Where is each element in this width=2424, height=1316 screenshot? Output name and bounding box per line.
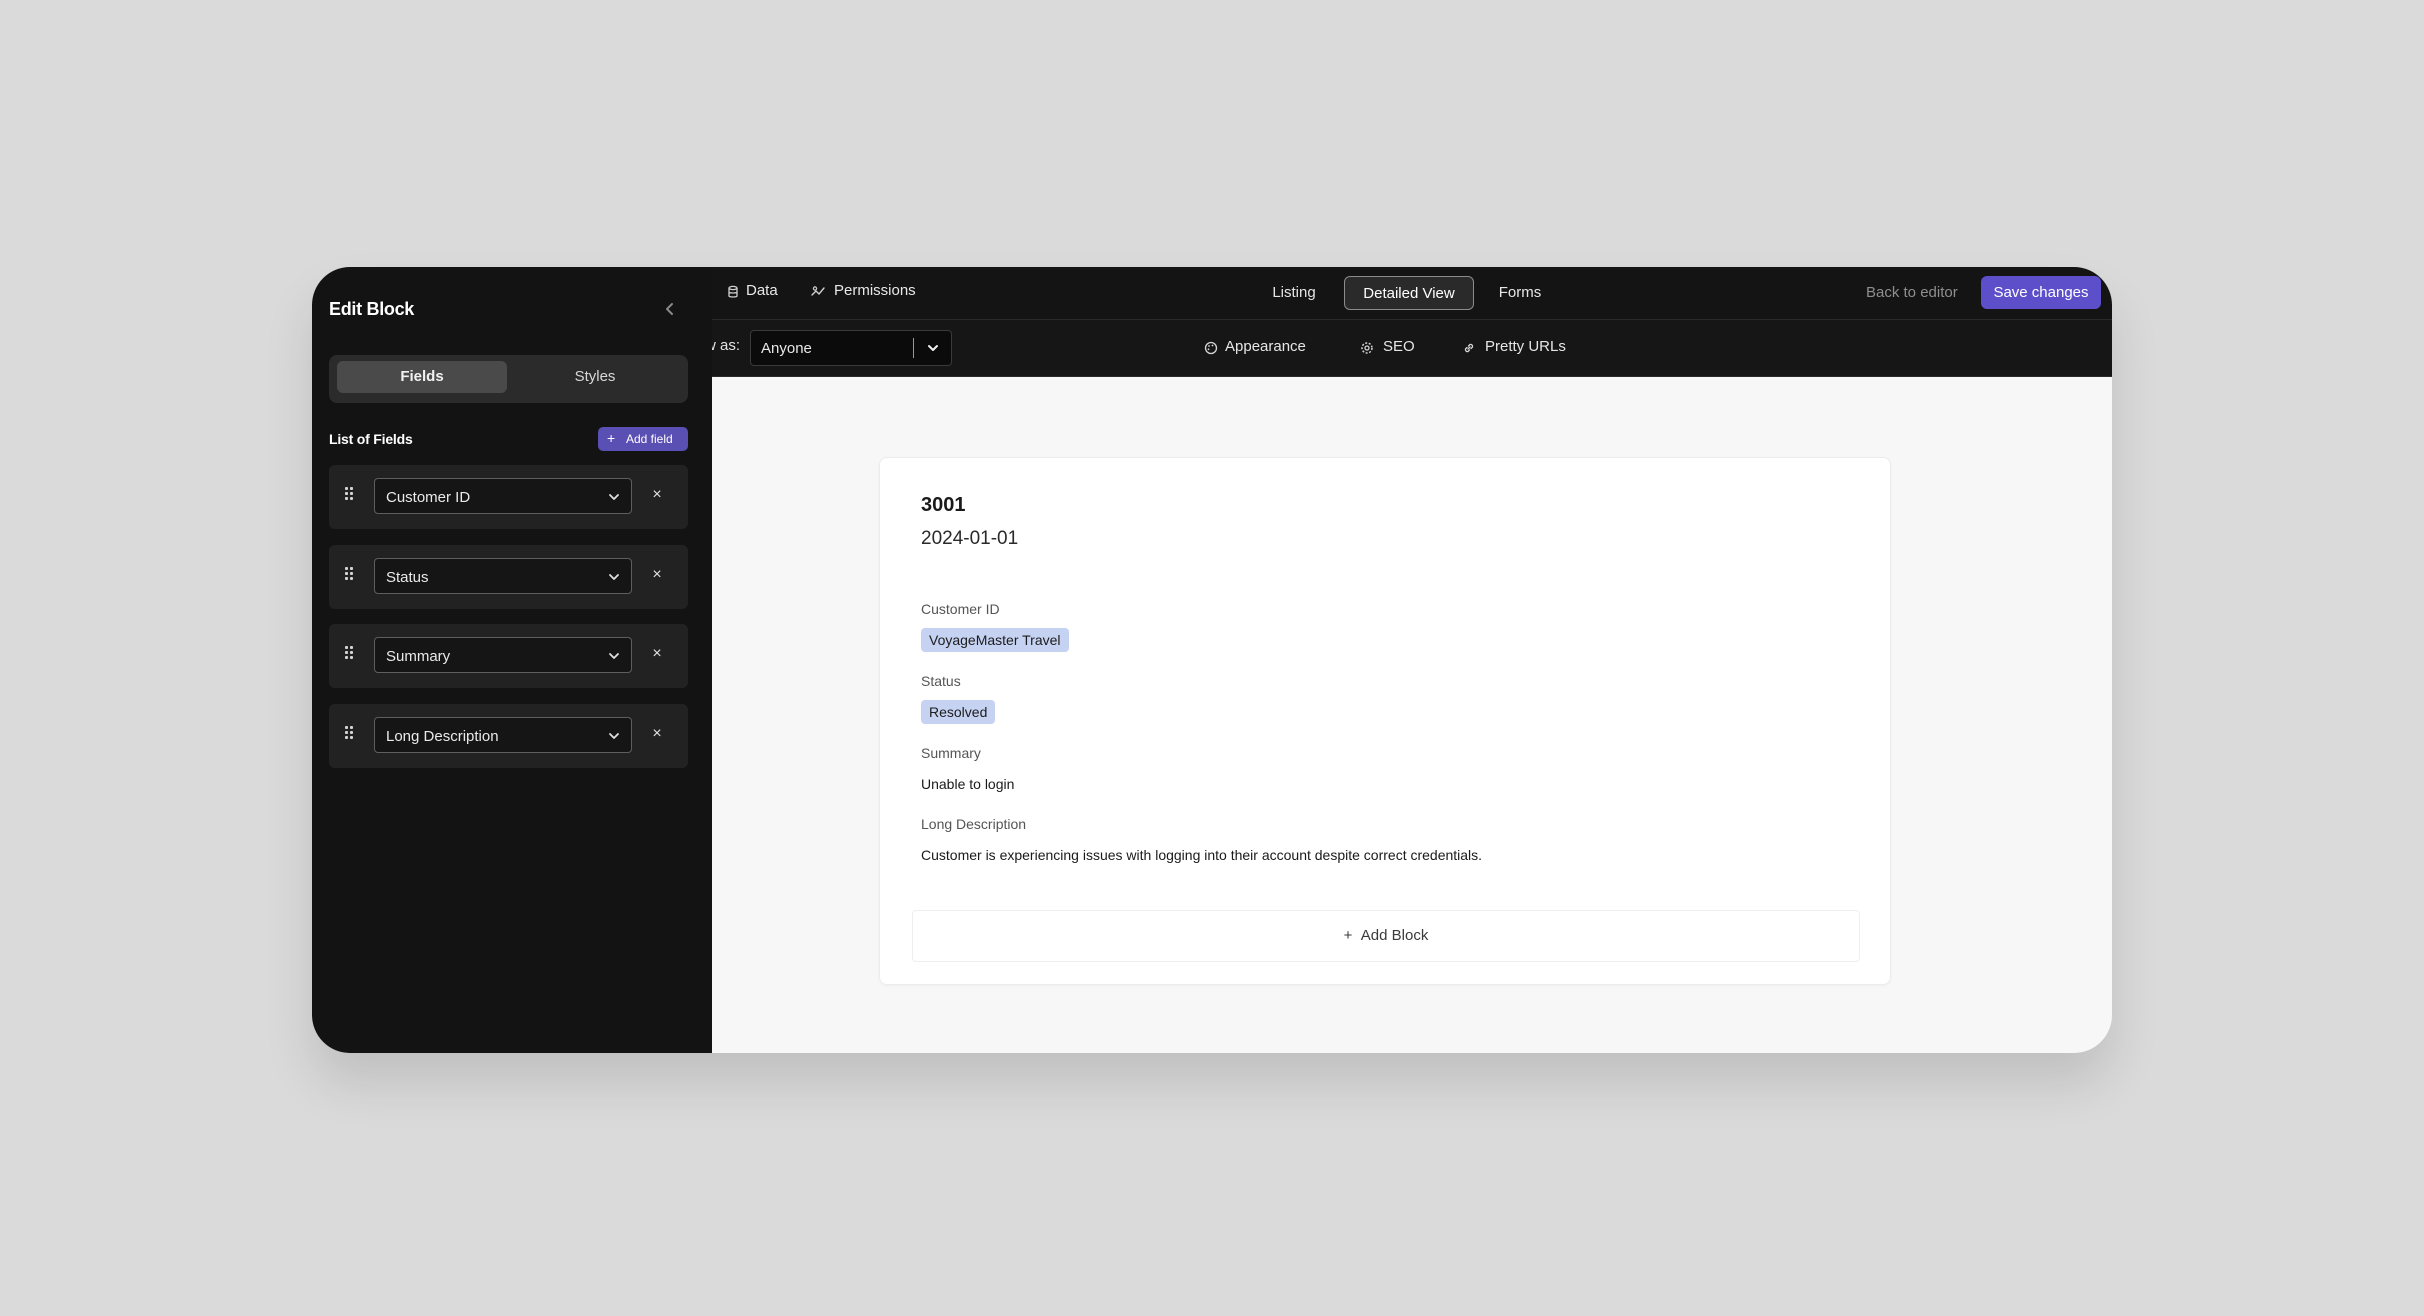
status-badge: Resolved — [921, 700, 996, 724]
close-icon[interactable]: × — [647, 644, 667, 664]
plus-icon: + — [1343, 927, 1361, 944]
add-field-label: Add field — [626, 432, 673, 446]
field-label: Summary — [921, 745, 981, 761]
sidebar-title: Edit Block — [329, 299, 415, 319]
palette-icon — [1204, 341, 1218, 355]
drag-handle-icon[interactable] — [345, 726, 355, 744]
tab-fields[interactable]: Fields — [337, 361, 507, 393]
field-select[interactable]: Summary — [374, 637, 632, 673]
permissions-link[interactable]: Permissions — [834, 282, 916, 299]
field-label: Customer ID — [921, 601, 1000, 617]
field-select[interactable]: Customer ID — [374, 478, 632, 514]
long-description-value: Customer is experiencing issues with log… — [921, 847, 1483, 863]
chevron-down-icon — [609, 653, 619, 659]
select-divider — [913, 338, 914, 358]
save-changes-button[interactable]: Save changes — [1981, 276, 2101, 309]
chevron-left-icon[interactable] — [658, 297, 682, 321]
plus-icon: + — [607, 430, 616, 446]
summary-value: Unable to login — [921, 776, 1015, 792]
chevron-down-icon — [609, 574, 619, 580]
seo-link[interactable]: SEO — [1383, 338, 1415, 355]
field-label: Long Description — [921, 816, 1027, 832]
field-select-value: Summary — [386, 648, 451, 665]
tab-styles[interactable]: Styles — [509, 361, 681, 393]
chevron-down-icon — [609, 494, 619, 500]
list-of-fields-heading: List of Fields — [329, 431, 413, 447]
view-as-value: Anyone — [761, 340, 812, 357]
field-select[interactable]: Long Description — [374, 717, 632, 753]
field-select[interactable]: Status — [374, 558, 632, 594]
database-icon — [728, 285, 738, 298]
field-select-value: Long Description — [386, 728, 499, 745]
add-block-button[interactable]: + Add Block — [912, 910, 1860, 962]
record-date: 2024-01-01 — [921, 528, 1019, 549]
customer-id-chip: VoyageMaster Travel — [921, 628, 1069, 652]
field-label: Status — [921, 673, 961, 689]
add-block-label: Add Block — [1360, 927, 1429, 944]
top-toolbar: Data Permissions Listing Detailed View F… — [712, 267, 2112, 320]
field-row: Status × — [329, 545, 688, 609]
link-icon — [1464, 343, 1474, 353]
tab-detailed-view[interactable]: Detailed View — [1344, 276, 1474, 310]
close-icon[interactable]: × — [647, 565, 667, 585]
drag-handle-icon[interactable] — [345, 487, 355, 505]
app-window: Edit Block Fields Styles List of Fields … — [312, 267, 2112, 1053]
permissions-icon — [811, 286, 825, 296]
data-link[interactable]: Data — [746, 282, 778, 299]
tab-listing[interactable]: Listing — [1264, 276, 1324, 310]
view-as-select[interactable]: Anyone — [750, 330, 952, 366]
add-field-button[interactable]: + Add field — [598, 427, 688, 451]
chevron-down-icon — [609, 733, 619, 739]
gear-icon — [1361, 342, 1373, 354]
appearance-link[interactable]: Appearance — [1225, 338, 1306, 355]
close-icon[interactable]: × — [647, 724, 667, 744]
back-to-editor-link[interactable]: Back to editor — [1866, 284, 1958, 301]
chevron-down-icon — [928, 345, 938, 351]
view-as-label: w as: — [712, 337, 741, 354]
drag-handle-icon[interactable] — [345, 567, 355, 585]
field-select-value: Status — [386, 569, 429, 586]
record-id: 3001 — [921, 494, 966, 516]
close-icon[interactable]: × — [647, 485, 667, 505]
detail-card: 3001 2024-01-01 Customer ID VoyageMaster… — [879, 457, 1891, 985]
view-options-bar: w as: Anyone Appearance SEO Pretty URLs — [712, 320, 2112, 377]
fields-styles-switch: Fields Styles — [329, 355, 688, 403]
field-row: Customer ID × — [329, 465, 688, 529]
pretty-urls-link[interactable]: Pretty URLs — [1485, 338, 1566, 355]
edit-block-sidebar: Edit Block Fields Styles List of Fields … — [312, 267, 712, 1053]
field-row: Summary × — [329, 624, 688, 688]
drag-handle-icon[interactable] — [345, 646, 355, 664]
field-select-value: Customer ID — [386, 489, 471, 506]
tab-forms[interactable]: Forms — [1490, 276, 1550, 310]
field-row: Long Description × — [329, 704, 688, 768]
